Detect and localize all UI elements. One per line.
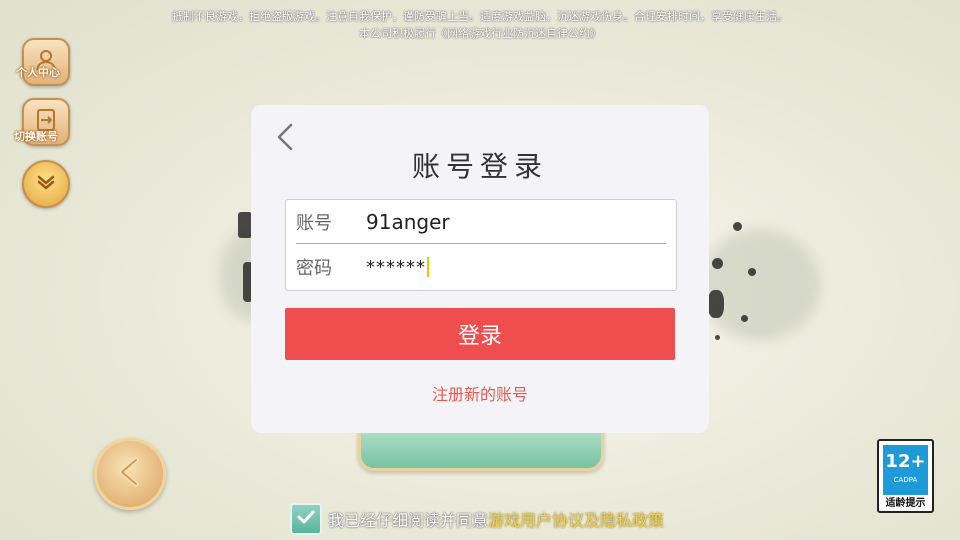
game-back-button[interactable] xyxy=(94,438,166,510)
password-value: ****** xyxy=(366,256,426,278)
notice-line-2: 本公司积极履行《网络游戏行业防沉迷自律公约》 xyxy=(359,27,601,40)
login-panel: 账号登录 账号 密码 ****** 登录 注册新的账号 xyxy=(251,105,709,433)
agreement-row: 我已经仔细阅读并同意 游戏用户协议及隐私政策 xyxy=(290,503,664,535)
arrow-left-icon xyxy=(110,452,150,496)
age-rating-number: 12+ xyxy=(885,451,926,472)
anti-addiction-notice: 抵制不良游戏，拒绝盗版游戏。注意自我保护，谨防受骗上当。适度游戏益脑，沉迷游戏伤… xyxy=(60,8,900,42)
notice-line-1: 抵制不良游戏，拒绝盗版游戏。注意自我保护，谨防受骗上当。适度游戏益脑，沉迷游戏伤… xyxy=(172,10,788,23)
text-caret xyxy=(427,257,429,277)
field-divider xyxy=(296,243,666,244)
account-input[interactable] xyxy=(356,210,676,234)
login-button[interactable]: 登录 xyxy=(285,308,675,360)
age-rating-inner: 12+ CADPA xyxy=(883,445,928,495)
expand-menu-button[interactable] xyxy=(22,160,70,208)
check-icon xyxy=(296,507,316,531)
agreement-text: 我已经仔细阅读并同意 xyxy=(328,511,489,530)
age-rating-badge: 12+ CADPA 适龄提示 xyxy=(877,439,934,513)
password-input[interactable]: ****** xyxy=(356,257,676,278)
personal-center-label: 个人中心 xyxy=(16,66,60,79)
agreement-checkbox[interactable] xyxy=(290,503,322,535)
age-rating-org: CADPA xyxy=(893,476,918,484)
password-row: 密码 ****** xyxy=(286,245,676,289)
agreement-link[interactable]: 游戏用户协议及隐私政策 xyxy=(488,507,664,531)
account-label: 账号 xyxy=(296,213,332,234)
switch-account-label: 切换账号 xyxy=(14,130,58,143)
chevron-down-icon xyxy=(34,170,58,198)
account-row: 账号 xyxy=(286,200,676,244)
login-form: 账号 密码 ****** xyxy=(285,199,677,291)
password-label: 密码 xyxy=(296,258,332,279)
login-title: 账号登录 xyxy=(411,150,548,183)
register-link[interactable]: 注册新的账号 xyxy=(251,381,709,405)
age-rating-tip: 适龄提示 xyxy=(885,498,926,509)
